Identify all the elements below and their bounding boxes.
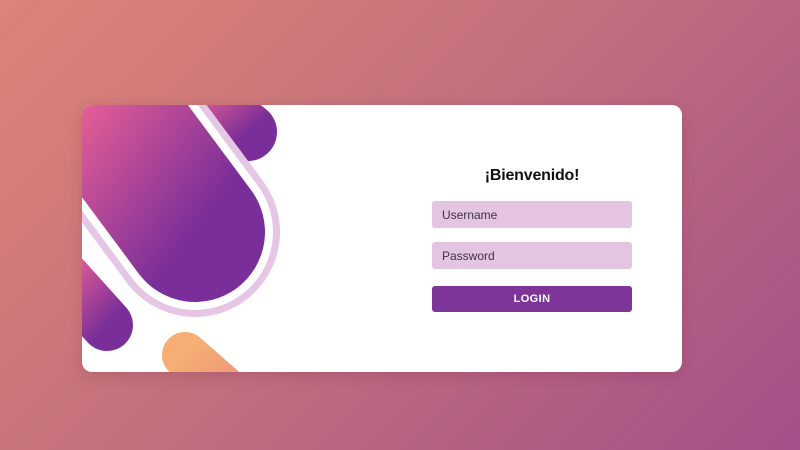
login-form: ¡Bienvenido! LOGIN	[432, 165, 632, 312]
username-input[interactable]	[432, 201, 632, 228]
orange-pill-shape	[162, 332, 240, 372]
large-pill-shape	[82, 105, 265, 302]
welcome-title: ¡Bienvenido!	[484, 167, 580, 184]
decorative-art	[82, 105, 280, 372]
password-input[interactable]	[432, 242, 632, 269]
login-button[interactable]: LOGIN	[432, 286, 632, 312]
left-pill-shape	[82, 258, 133, 351]
login-card: ¡Bienvenido! LOGIN	[82, 105, 682, 372]
